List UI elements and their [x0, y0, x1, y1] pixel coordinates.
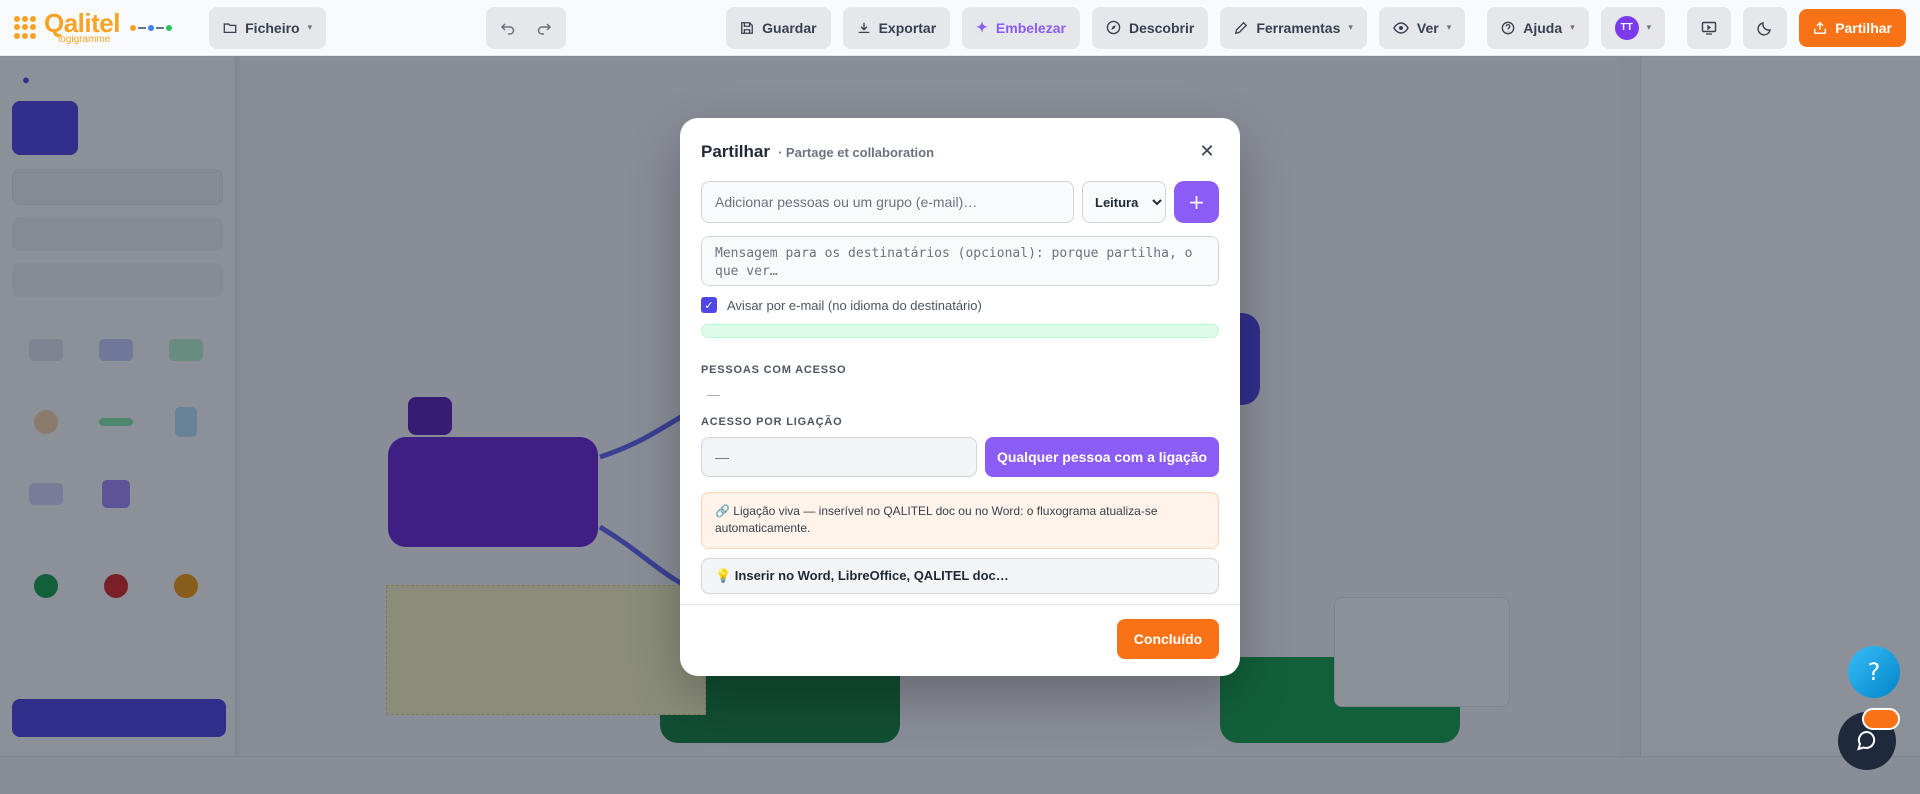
- top-toolbar: Qalitel logigramme Ficheiro ▾ Guardar Ex…: [0, 0, 1920, 56]
- share-dialog: Partilhar · Partage et collaboration ✕ L…: [680, 118, 1240, 676]
- notify-row: ✓ Avisar por e-mail (no idioma do destin…: [701, 297, 982, 313]
- email-input[interactable]: [701, 181, 1074, 223]
- app-logo[interactable]: Qalitel logigramme: [14, 10, 173, 45]
- tools-label: Ferramentas: [1256, 19, 1341, 36]
- dialog-header: Partilhar · Partage et collaboration: [701, 142, 934, 162]
- message-textarea[interactable]: [701, 236, 1219, 286]
- export-label: Exportar: [878, 19, 937, 36]
- help-circle-icon: [1501, 21, 1515, 34]
- chevron-down-icon: ▾: [1570, 22, 1575, 32]
- share-label: Partilhar: [1835, 19, 1892, 36]
- dialog-title: Partilhar: [701, 142, 770, 161]
- chevron-down-icon: ▾: [1348, 22, 1353, 32]
- people-empty-placeholder: —: [707, 387, 720, 402]
- folder-icon: [223, 22, 237, 33]
- chat-fab-button[interactable]: [1838, 708, 1900, 770]
- plus-icon: +: [1188, 190, 1205, 214]
- notify-label: Avisar por e-mail (no idioma do destinat…: [727, 297, 982, 313]
- sparkle-icon: ✦: [976, 19, 988, 35]
- embellish-label: Embelezar: [995, 19, 1066, 36]
- share-icon: [1814, 21, 1827, 34]
- help-fab-button[interactable]: ?: [1848, 646, 1900, 698]
- view-label: Ver: [1416, 19, 1439, 36]
- download-icon: [858, 22, 869, 33]
- invite-row: Leitura +: [701, 181, 1219, 223]
- save-icon: [741, 21, 754, 34]
- chevron-down-icon: ▾: [1446, 22, 1452, 32]
- help-menu-button[interactable]: Ajuda ▾: [1493, 10, 1582, 46]
- user-menu-button[interactable]: TT ▾: [1607, 10, 1660, 46]
- dialog-subtitle: · Partage et collaboration: [777, 145, 935, 160]
- question-icon: ?: [1867, 658, 1881, 686]
- status-progress-bar: [701, 324, 1219, 338]
- notification-badge: [1862, 708, 1900, 730]
- done-button[interactable]: Concluído: [1117, 619, 1219, 659]
- close-button[interactable]: ✕: [1196, 140, 1218, 162]
- role-select[interactable]: Leitura: [1082, 181, 1166, 223]
- check-icon: ✓: [704, 298, 714, 312]
- present-button[interactable]: [1693, 10, 1725, 46]
- link-section-heading: Acesso por ligação: [701, 416, 843, 428]
- redo-button[interactable]: [528, 10, 560, 46]
- tools-menu-button[interactable]: Ferramentas ▾: [1226, 10, 1361, 46]
- file-menu-label: Ficheiro: [245, 19, 300, 36]
- redo-icon: [537, 22, 552, 35]
- close-icon: ✕: [1199, 140, 1215, 162]
- undo-button[interactable]: [492, 10, 524, 46]
- pencil-icon: [1235, 21, 1248, 34]
- view-menu-button[interactable]: Ver ▾: [1385, 10, 1459, 46]
- eye-icon: [1393, 21, 1409, 34]
- undo-icon: [501, 22, 515, 35]
- compass-icon: [1106, 20, 1121, 35]
- file-menu-button[interactable]: Ficheiro ▾: [215, 10, 320, 46]
- logo-name: Qalitel: [44, 8, 120, 38]
- theme-toggle-button[interactable]: [1749, 10, 1781, 46]
- help-label: Ajuda: [1523, 19, 1563, 36]
- embellish-button[interactable]: ✦ Embelezar: [968, 10, 1074, 46]
- notify-checkbox[interactable]: ✓: [701, 297, 717, 313]
- avatar: TT: [1614, 15, 1639, 40]
- dialog-footer: Concluído: [680, 604, 1240, 676]
- logo-flow-icon: [129, 24, 172, 31]
- monitor-icon: [1701, 21, 1717, 35]
- add-person-button[interactable]: +: [1174, 181, 1219, 223]
- embed-instructions-toggle[interactable]: 💡 Inserir no Word, LibreOffice, QALITEL …: [701, 558, 1219, 594]
- export-button[interactable]: Exportar: [849, 10, 945, 46]
- discover-button[interactable]: Descobrir: [1098, 10, 1202, 46]
- link-row: Qualquer pessoa com a ligação: [701, 437, 1219, 477]
- live-link-info: 🔗 Ligação viva — inserível no QALITEL do…: [701, 492, 1219, 549]
- chevron-down-icon: ▾: [307, 22, 313, 32]
- moon-icon: [1757, 21, 1772, 36]
- save-button[interactable]: Guardar: [732, 10, 824, 46]
- people-section-heading: Pessoas com acesso: [701, 364, 847, 376]
- save-label: Guardar: [762, 19, 817, 36]
- logo-subtitle: logigramme: [58, 34, 111, 45]
- chat-icon: [1857, 730, 1876, 751]
- link-field[interactable]: [701, 437, 977, 477]
- chevron-down-icon: ▾: [1646, 22, 1652, 32]
- share-button[interactable]: Partilhar: [1799, 8, 1906, 47]
- discover-label: Descobrir: [1128, 19, 1195, 36]
- logo-mark-icon: [14, 15, 38, 40]
- anyone-with-link-button[interactable]: Qualquer pessoa com a ligação: [985, 437, 1219, 477]
